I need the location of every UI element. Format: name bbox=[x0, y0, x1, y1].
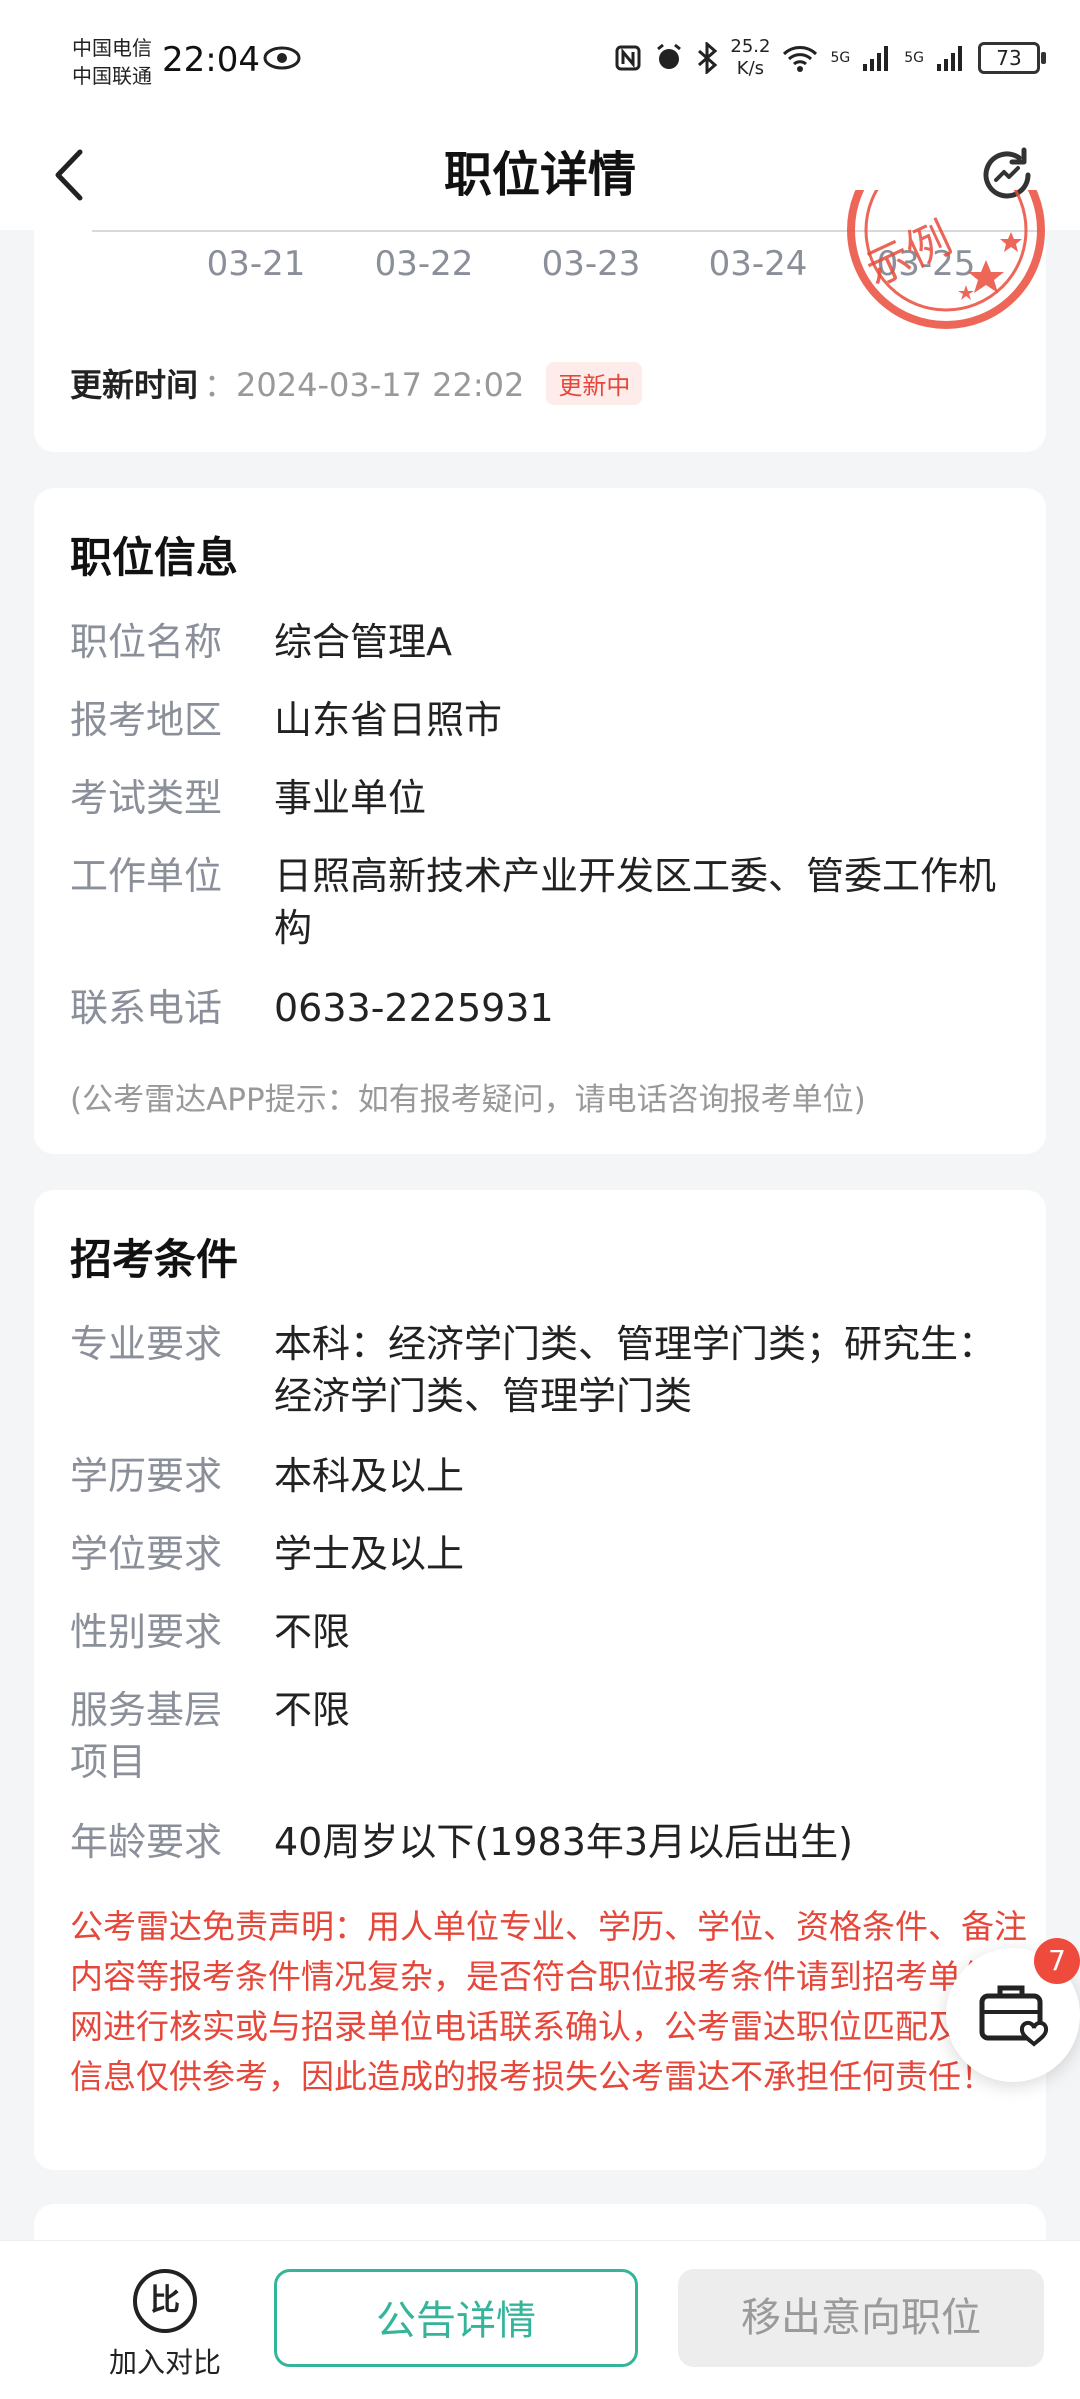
info-row-employer: 工作单位 日照高新技术产业开发区工委、管委工作机构 bbox=[70, 850, 1030, 954]
stamp-text: 示例 bbox=[858, 213, 959, 296]
req-label: 学位要求 bbox=[70, 1532, 223, 1576]
req-value: 本科及以上 bbox=[274, 1454, 465, 1498]
remove-intent-button[interactable]: 移出意向职位 bbox=[678, 2269, 1044, 2367]
section-title: 职位信息 bbox=[70, 533, 239, 582]
req-label: 专业要求 bbox=[70, 1322, 223, 1366]
disclaimer-text: 公考雷达免责声明：用人单位专业、学历、学位、资格条件、备注内容等报考条件情况复杂… bbox=[70, 1907, 1027, 2096]
req-row-major: 专业要求 本科：经济学门类、管理学门类；研究生：经济学门类、管理学门类 bbox=[70, 1318, 1030, 1422]
requirements-card: 招考条件 专业要求 本科：经济学门类、管理学门类；研究生：经济学门类、管理学门类… bbox=[34, 1190, 1046, 2170]
battery-indicator: 73 bbox=[978, 42, 1046, 74]
section-title: 招考条件 bbox=[70, 1235, 239, 1284]
x-tick: 03-21 bbox=[206, 244, 306, 284]
status-badge: 更新中 bbox=[546, 361, 643, 405]
info-label: 考试类型 bbox=[70, 776, 223, 820]
req-label: 性别要求 bbox=[70, 1610, 223, 1654]
req-value: 不限 bbox=[274, 1610, 351, 1654]
phone-link[interactable]: 0633-2225931 bbox=[274, 982, 1030, 1034]
compare-icon: 比 bbox=[133, 2269, 197, 2333]
alarm-icon bbox=[657, 43, 682, 69]
eye-icon bbox=[263, 46, 301, 70]
signal-icon bbox=[937, 46, 962, 71]
req-row-age: 年龄要求 40周岁以下(1983年3月以后出生) bbox=[70, 1816, 1030, 1868]
notice-detail-button[interactable]: 公告详情 bbox=[274, 2269, 638, 2367]
x-tick: 03-22 bbox=[374, 244, 474, 284]
status-icons: 25.2 K/s 5G 5G 73 bbox=[614, 36, 1046, 80]
info-row-position-name: 职位名称 综合管理A bbox=[70, 616, 1030, 668]
add-compare-button[interactable]: 比 加入对比 bbox=[100, 2269, 230, 2381]
nfc-icon bbox=[615, 45, 641, 71]
update-time-value: ：2024-03-17 22:02 bbox=[204, 366, 525, 404]
carrier-info: 中国电信 中国联通 bbox=[72, 34, 152, 90]
req-value: 不限 bbox=[274, 1688, 351, 1732]
cart-count-badge: 7 bbox=[1034, 1938, 1080, 1984]
req-value: 本科：经济学门类、管理学门类；研究生：经济学门类、管理学门类 bbox=[274, 1322, 997, 1418]
update-time-row: 更新时间 ：2024-03-17 22:02 更新中 bbox=[70, 360, 643, 406]
carrier-1: 中国电信 bbox=[72, 36, 152, 60]
info-row-exam-type: 考试类型 事业单位 bbox=[70, 772, 1030, 824]
compare-label: 加入对比 bbox=[108, 2346, 221, 2379]
info-value: 综合管理A bbox=[274, 620, 452, 664]
x-tick: 03-24 bbox=[708, 244, 808, 284]
req-row-gender: 性别要求 不限 bbox=[70, 1606, 1030, 1658]
req-value: 40周岁以下(1983年3月以后出生) bbox=[274, 1820, 853, 1864]
info-label: 报考地区 bbox=[70, 698, 223, 742]
info-label: 职位名称 bbox=[70, 620, 223, 664]
info-row-region: 报考地区 山东省日照市 bbox=[70, 694, 1030, 746]
info-label: 工作单位 bbox=[70, 854, 223, 898]
req-label: 服务基层项目 bbox=[70, 1688, 223, 1784]
req-row-degree: 学位要求 学士及以上 bbox=[70, 1528, 1030, 1580]
wifi-icon bbox=[783, 46, 818, 72]
req-label: 年龄要求 bbox=[70, 1820, 223, 1864]
req-label: 学历要求 bbox=[70, 1454, 223, 1498]
info-label: 联系电话 bbox=[70, 986, 223, 1030]
sample-stamp-icon: 示例 bbox=[847, 190, 1045, 329]
bottom-action-bar: 比 加入对比 公告详情 移出意向职位 bbox=[0, 2240, 1080, 2399]
info-value: 事业单位 bbox=[274, 776, 427, 820]
req-row-education: 学历要求 本科及以上 bbox=[70, 1450, 1030, 1502]
update-time-label: 更新时间 bbox=[70, 366, 199, 404]
x-tick: 03-23 bbox=[541, 244, 641, 284]
status-time: 22:04 bbox=[162, 40, 260, 80]
info-value: 山东省日照市 bbox=[274, 698, 503, 742]
signal-5g-label-2: 5G bbox=[904, 50, 924, 66]
carrier-2: 中国联通 bbox=[72, 64, 152, 88]
tip-note: (公考雷达APP提示：如有报考疑问，请电话咨询报考单位) bbox=[70, 1082, 866, 1118]
info-value: 日照高新技术产业开发区工委、管委工作机构 bbox=[274, 854, 997, 950]
net-speed: 25.2 K/s bbox=[730, 36, 771, 79]
info-row-phone: 联系电话 0633-2225931 bbox=[70, 982, 1030, 1034]
status-bar: 中国电信 中国联通 22:04 25.2 K/s 5G 5G 73 bbox=[0, 0, 1080, 120]
signal-icon bbox=[863, 46, 889, 71]
signal-5g-label-1: 5G bbox=[830, 50, 851, 66]
trend-card: 03-21 03-22 03-23 03-24 03-25 示例 更新时间 ：2… bbox=[34, 190, 1046, 452]
position-info-card: 职位信息 职位名称 综合管理A 报考地区 山东省日照市 考试类型 事业单位 工作… bbox=[34, 488, 1046, 1154]
req-row-grassroots: 服务基层项目 不限 bbox=[70, 1684, 1030, 1788]
bluetooth-icon bbox=[698, 42, 718, 74]
req-value: 学士及以上 bbox=[274, 1532, 465, 1576]
